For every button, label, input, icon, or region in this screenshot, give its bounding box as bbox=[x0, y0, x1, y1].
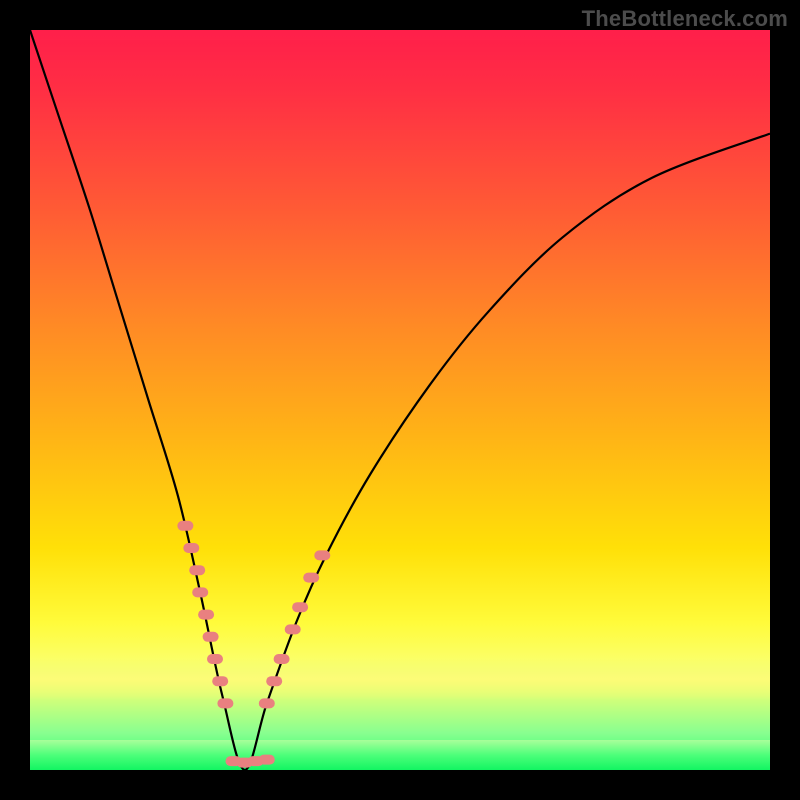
data-marker bbox=[192, 587, 208, 597]
curve-layer bbox=[30, 30, 770, 770]
data-marker bbox=[314, 550, 330, 560]
data-marker bbox=[259, 698, 275, 708]
watermark-text: TheBottleneck.com bbox=[582, 6, 788, 32]
data-marker bbox=[285, 624, 301, 634]
marker-group bbox=[177, 521, 330, 768]
chart-frame: TheBottleneck.com bbox=[0, 0, 800, 800]
data-marker bbox=[212, 676, 228, 686]
data-marker bbox=[259, 755, 275, 765]
data-marker bbox=[217, 698, 233, 708]
data-marker bbox=[198, 610, 214, 620]
data-marker bbox=[292, 602, 308, 612]
plot-area bbox=[30, 30, 770, 770]
data-marker bbox=[207, 654, 223, 664]
data-marker bbox=[177, 521, 193, 531]
bottleneck-curve bbox=[30, 30, 770, 770]
data-marker bbox=[189, 565, 205, 575]
data-marker bbox=[303, 573, 319, 583]
data-marker bbox=[266, 676, 282, 686]
data-marker bbox=[203, 632, 219, 642]
data-marker bbox=[183, 543, 199, 553]
data-marker bbox=[274, 654, 290, 664]
